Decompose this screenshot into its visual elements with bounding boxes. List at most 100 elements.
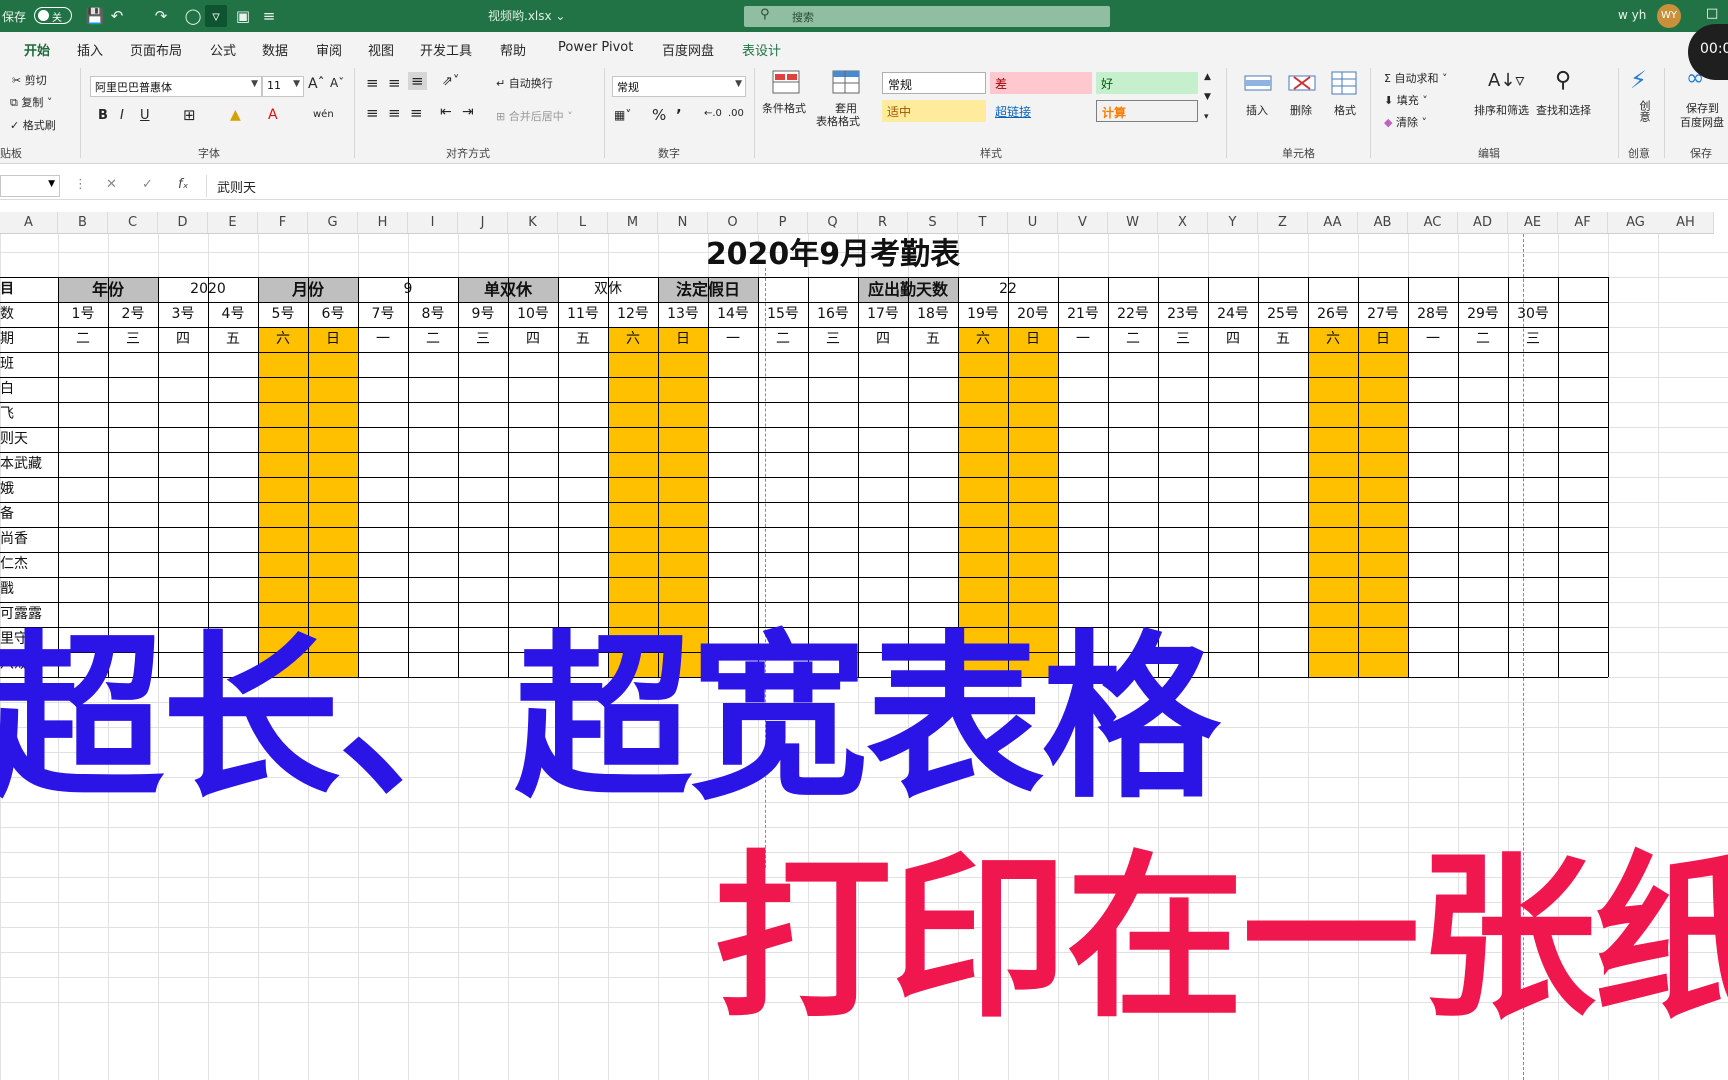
weekday-cell[interactable]: 五 — [1258, 327, 1308, 352]
delete-cells-label[interactable]: 删除 — [1290, 102, 1312, 118]
column-header[interactable]: G — [308, 212, 358, 234]
weekday-cell[interactable]: 六 — [608, 327, 658, 352]
weekday-cell[interactable]: 四 — [1208, 327, 1258, 352]
ideas-icon[interactable]: ⚡ — [1630, 66, 1647, 94]
format-cells-label[interactable]: 格式 — [1334, 102, 1356, 118]
document-title[interactable]: 视频哟.xlsx ⌄ — [488, 7, 565, 24]
weekday-cell[interactable]: 日 — [308, 327, 358, 352]
customize-qat-icon[interactable]: ≡ — [258, 5, 280, 27]
enter-icon[interactable]: ✓ — [142, 177, 153, 192]
cell-a-label[interactable]: 目 — [0, 277, 58, 302]
column-header[interactable]: Q — [808, 212, 858, 234]
weekday-cell[interactable]: 三 — [1508, 327, 1558, 352]
decrease-decimal-icon[interactable]: .00 — [728, 108, 744, 119]
copy-button[interactable]: ⧉ 复制 ˅ — [10, 94, 52, 110]
month-label[interactable]: 月份 — [258, 277, 358, 302]
sheet-title[interactable]: 2020年9月考勤表 — [58, 234, 1608, 276]
employee-name[interactable]: 娥 — [0, 477, 58, 502]
insert-function-icon[interactable]: fₓ — [178, 177, 188, 192]
avatar[interactable]: WY — [1657, 4, 1681, 28]
days-row-label[interactable]: 数 — [0, 302, 58, 327]
style-calculation[interactable]: 计算 — [1096, 100, 1198, 122]
wrap-text-button[interactable]: ↵ 自动换行 — [496, 75, 553, 91]
number-format-select[interactable]: 常规 ▼ — [612, 76, 746, 97]
day-cell[interactable]: 28号 — [1408, 302, 1458, 327]
day-cell[interactable]: 11号 — [558, 302, 608, 327]
align-middle-icon[interactable]: ≡ — [388, 74, 401, 92]
employee-name[interactable]: 飞 — [0, 402, 58, 427]
column-header[interactable]: AA — [1308, 212, 1358, 234]
weekday-cell[interactable]: 二 — [758, 327, 808, 352]
ideas-label[interactable]: 创意 — [1636, 100, 1652, 122]
redo-icon[interactable]: ↷ — [150, 5, 172, 27]
day-cell[interactable]: 20号 — [1008, 302, 1058, 327]
increase-font-icon[interactable]: Aˆ — [308, 76, 325, 92]
merge-center-button[interactable]: ⊞ 合并后居中 ˅ — [496, 108, 573, 124]
accounting-icon[interactable]: ▦˅ — [614, 108, 631, 122]
undo-icon[interactable]: ↶ — [106, 5, 128, 27]
tab-power-pivot[interactable]: Power Pivot — [558, 40, 633, 55]
style-good[interactable]: 好 — [1096, 72, 1198, 94]
weekday-cell[interactable]: 六 — [258, 327, 308, 352]
day-cell[interactable]: 7号 — [358, 302, 408, 327]
employee-name[interactable]: 仁杰 — [0, 552, 58, 577]
column-header[interactable]: A — [0, 212, 58, 234]
tab-view[interactable]: 视图 — [368, 40, 394, 59]
weekday-cell[interactable]: 一 — [1058, 327, 1108, 352]
ribbon-display-icon[interactable]: □ — [1706, 6, 1724, 21]
tab-developer[interactable]: 开发工具 — [420, 40, 472, 59]
year-label[interactable]: 年份 — [58, 277, 158, 302]
search-box[interactable]: ⚲ 搜索 — [744, 6, 1110, 27]
column-header[interactable]: K — [508, 212, 558, 234]
delete-cells-icon[interactable] — [1286, 68, 1318, 98]
italic-icon[interactable]: I — [120, 108, 124, 123]
weekday-cell[interactable]: 三 — [1158, 327, 1208, 352]
style-hyperlink[interactable]: 超链接 — [990, 100, 1092, 122]
weekday-cell[interactable]: 一 — [1408, 327, 1458, 352]
tab-page-layout[interactable]: 页面布局 — [130, 40, 182, 59]
due-days-value[interactable]: 22 — [958, 277, 1058, 302]
weekday-cell[interactable]: 五 — [558, 327, 608, 352]
weekday-cell[interactable]: 六 — [958, 327, 1008, 352]
column-header[interactable]: AH — [1658, 212, 1714, 234]
styles-scroll-down-icon[interactable]: ▼ — [1204, 92, 1211, 102]
phonetic-icon[interactable]: wén — [313, 109, 334, 120]
weekday-cell[interactable]: 六 — [1308, 327, 1358, 352]
tab-insert[interactable]: 插入 — [77, 40, 103, 59]
column-header[interactable]: I — [408, 212, 458, 234]
align-center-icon[interactable]: ≡ — [388, 104, 401, 122]
column-header[interactable]: N — [658, 212, 708, 234]
increase-decimal-icon[interactable]: ←.0 — [704, 108, 722, 119]
column-header[interactable]: AG — [1608, 212, 1664, 234]
weekday-cell[interactable]: 日 — [1358, 327, 1408, 352]
style-neutral[interactable]: 适中 — [882, 100, 986, 122]
conditional-format-label[interactable]: 条件格式 — [762, 100, 806, 116]
column-header[interactable]: Z — [1258, 212, 1308, 234]
day-cell[interactable]: 6号 — [308, 302, 358, 327]
sort-filter-icon[interactable]: A↓▿ — [1488, 70, 1524, 91]
column-header[interactable]: AB — [1358, 212, 1408, 234]
column-header[interactable]: P — [758, 212, 808, 234]
column-header[interactable]: AD — [1458, 212, 1508, 234]
format-painter-button[interactable]: ✓ 格式刷 — [10, 117, 56, 133]
employee-name[interactable]: 本武藏 — [0, 452, 58, 477]
column-header[interactable]: V — [1058, 212, 1108, 234]
comma-icon[interactable]: ’ — [676, 106, 682, 124]
insert-cells-icon[interactable] — [1242, 68, 1274, 98]
align-right-icon[interactable]: ≡ — [410, 104, 423, 122]
column-header[interactable]: X — [1158, 212, 1208, 234]
day-cell[interactable]: 10号 — [508, 302, 558, 327]
align-top-icon[interactable]: ≡ — [366, 74, 379, 92]
autosave-toggle[interactable]: 关 — [34, 7, 72, 24]
styles-scroll-up-icon[interactable]: ▲ — [1204, 72, 1211, 82]
column-header[interactable]: R — [858, 212, 908, 234]
tab-baidu[interactable]: 百度网盘 — [662, 40, 714, 59]
style-normal[interactable]: 常规 — [882, 72, 986, 94]
weekday-cell[interactable]: 五 — [208, 327, 258, 352]
holiday-label[interactable]: 法定假日 — [658, 277, 758, 302]
weekday-cell[interactable]: 日 — [1008, 327, 1058, 352]
tab-data[interactable]: 数据 — [262, 40, 288, 59]
comment-icon[interactable]: ▣ — [232, 5, 254, 27]
weekday-cell[interactable]: 二 — [1108, 327, 1158, 352]
day-cell[interactable]: 25号 — [1258, 302, 1308, 327]
